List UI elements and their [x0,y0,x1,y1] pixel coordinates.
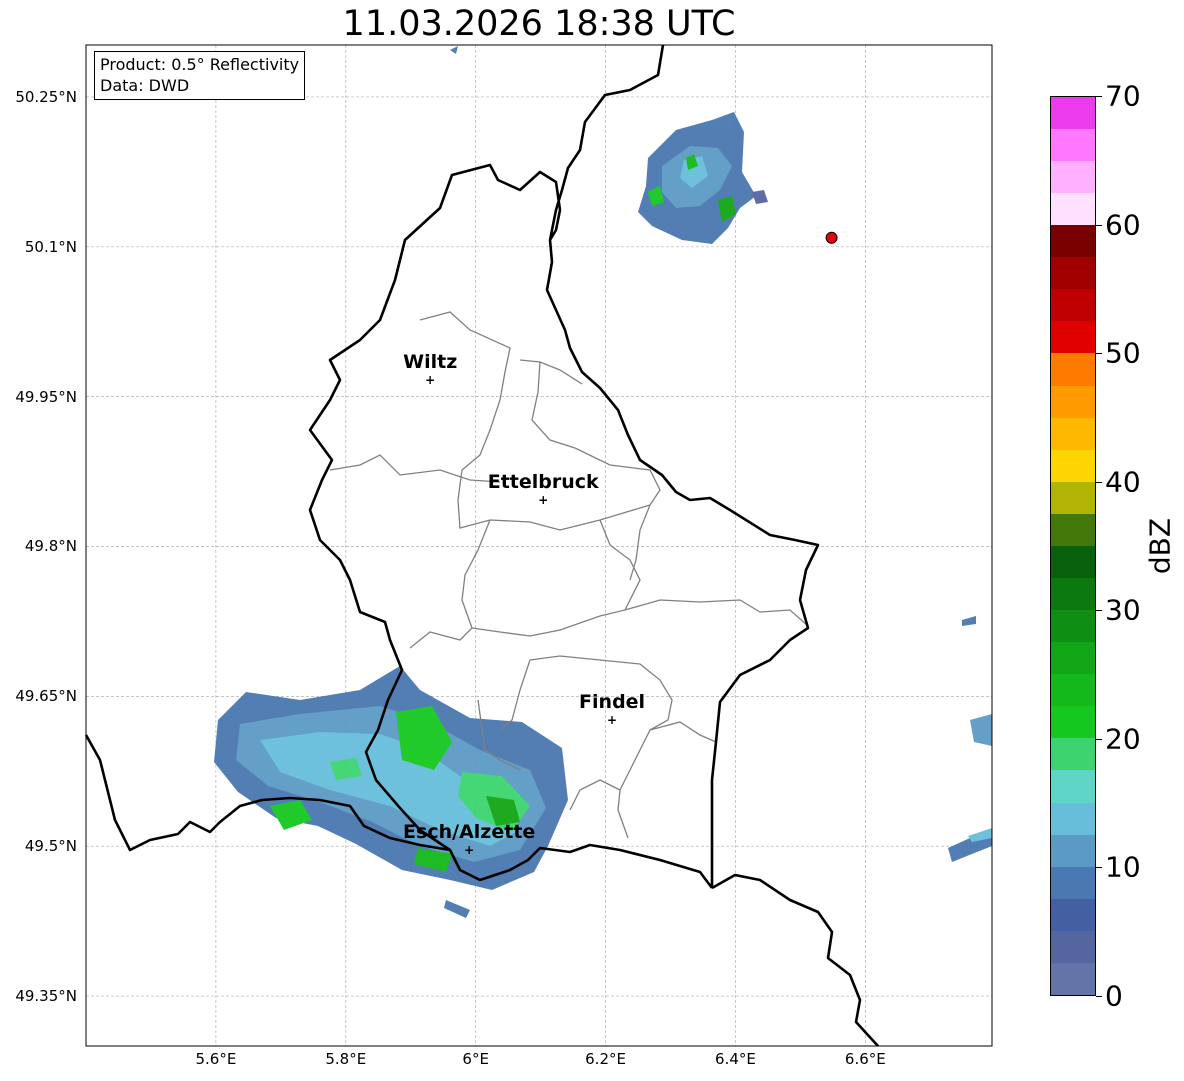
colorbar-segment [1051,706,1095,739]
colorbar-segment [1051,160,1095,194]
colorbar-segment [1051,225,1095,258]
colorbar-label: dBZ [1143,517,1177,575]
colorbar-segment [1051,962,1095,995]
colorbar-segment [1051,545,1095,578]
colorbar-segment [1051,513,1095,546]
colorbar-segment [1051,674,1095,707]
colorbar-segment [1051,417,1095,450]
city-marker-icon: + [538,492,549,507]
colorbar-tick [1096,481,1102,483]
colorbar-segment [1051,128,1095,161]
colorbar-segment [1051,577,1095,611]
colorbar-tick [1096,867,1102,869]
colorbar-segment [1051,193,1095,226]
colorbar-segment [1051,802,1095,835]
colorbar [1050,96,1096,996]
colorbar-segment [1051,866,1095,899]
city-label: Esch/Alzette [403,821,536,844]
lat-tick-label: 50.1°N [24,237,77,256]
colorbar-segment [1051,898,1095,931]
colorbar-segment [1051,449,1095,482]
city-label: Wiltz [403,350,458,373]
colorbar-segment [1051,321,1095,354]
lat-tick-label: 49.8°N [24,537,77,556]
colorbar-tick-label: 10 [1105,850,1141,884]
lon-tick-label: 6.6°E [844,1050,886,1068]
colorbar-segment [1051,96,1095,129]
colorbar-tick-label: 30 [1105,593,1141,627]
colorbar-tick-label: 0 [1105,979,1123,1013]
colorbar-tick [1096,610,1102,612]
lon-tick-label: 6°E [462,1050,489,1068]
colorbar-tick [1096,996,1102,997]
lat-tick-label: 49.65°N [15,687,77,706]
city-marker-icon: + [425,372,436,387]
info-box: Product: 0.5° Reflectivity Data: DWD [94,51,306,100]
lon-tick-label: 6.2°E [585,1050,626,1068]
colorbar-tick [1096,96,1102,97]
city-label: Ettelbruck [487,470,599,493]
radar-map [84,44,993,1047]
colorbar-segment [1051,385,1095,418]
colorbar-segment [1051,610,1095,643]
city-label: Findel [579,691,646,714]
colorbar-segment [1051,770,1095,803]
colorbar-segment [1051,834,1095,867]
city-marker-icon: + [464,843,475,858]
colorbar-tick [1096,224,1102,226]
colorbar-tick-label: 50 [1105,336,1141,370]
colorbar-tick-label: 70 [1105,79,1141,113]
radar-site-marker [825,231,838,244]
lat-tick-label: 49.5°N [24,837,77,856]
lon-tick-label: 6.4°E [715,1050,756,1068]
lat-tick-label: 49.95°N [15,387,77,406]
colorbar-segment [1051,642,1095,675]
colorbar-tick-label: 20 [1105,722,1141,756]
lat-tick-label: 49.35°N [15,987,77,1006]
colorbar-segment [1051,738,1095,771]
colorbar-segment [1051,289,1095,322]
info-product: Product: 0.5° Reflectivity [100,55,300,74]
info-data-source: Data: DWD [100,76,190,95]
colorbar-tick [1096,738,1102,740]
map-frame-bg [86,45,992,1046]
colorbar-tick-label: 40 [1105,465,1141,499]
colorbar-segment [1051,930,1095,963]
lon-tick-label: 5.8°E [325,1050,367,1068]
colorbar-segment [1051,353,1095,386]
city-marker-icon: + [607,713,618,728]
lon-tick-label: 5.6°E [195,1050,237,1068]
colorbar-segment [1051,257,1095,290]
colorbar-tick-label: 60 [1105,208,1141,242]
colorbar-segment [1051,481,1095,514]
lat-tick-label: 50.25°N [15,87,77,106]
colorbar-tick [1096,353,1102,355]
